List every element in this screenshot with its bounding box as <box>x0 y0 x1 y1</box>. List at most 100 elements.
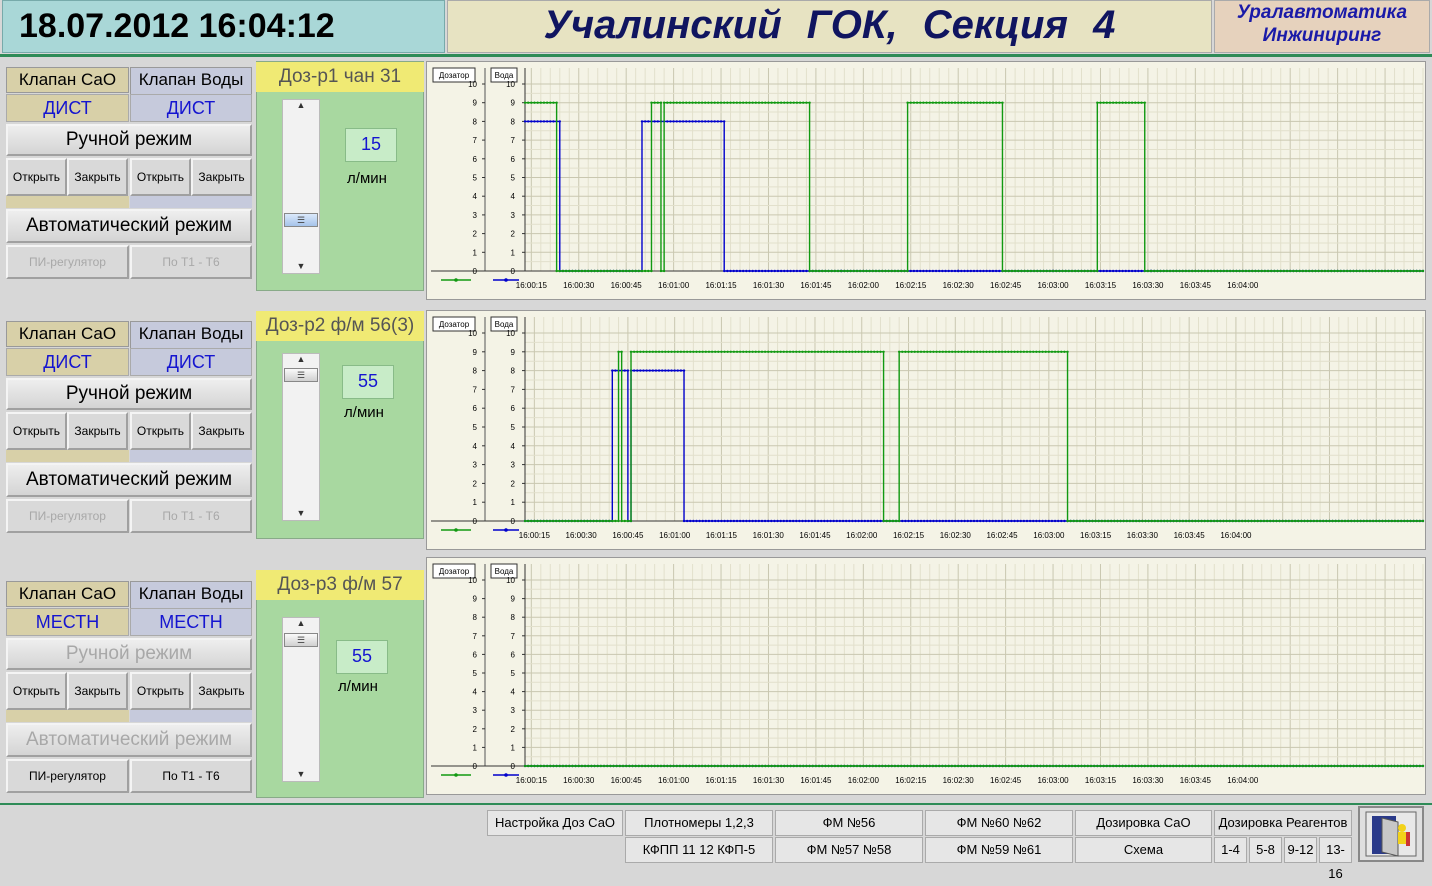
series-doser-point <box>901 519 904 523</box>
nav-fm60-62-button[interactable]: ФМ №60 №62 <box>925 810 1073 836</box>
series-water-point <box>1256 519 1259 523</box>
series-doser-point <box>966 519 969 523</box>
auto-mode-button[interactable]: Автоматический режим <box>6 209 252 243</box>
trend-chart[interactable]: Дозатор Вода 0 0 1 1 2 2 3 3 4 4 5 5 6 6 7 7 8 8 9 9 10 10 16:00… <box>426 61 1426 300</box>
series-water-point <box>1088 519 1091 523</box>
nav-page-13-16-button[interactable]: 13-16 <box>1319 837 1352 881</box>
pi-regulator-button[interactable]: ПИ-регулятор <box>6 759 129 793</box>
series-water-point <box>523 101 527 104</box>
series-doser-point <box>779 519 782 523</box>
slider-up-icon[interactable]: ▲ <box>283 100 319 110</box>
series-water-point <box>1035 350 1038 353</box>
doser-slider[interactable]: ▲ ☰ ▼ <box>282 99 320 274</box>
series-water-point <box>678 764 682 768</box>
close-cao-button[interactable]: Закрыть <box>67 412 128 450</box>
series-water-point <box>1138 519 1141 523</box>
series-water-point <box>1181 269 1184 273</box>
series-water-point <box>795 764 799 768</box>
by-t1-t6-button[interactable]: По Т1 - Т6 <box>130 245 252 279</box>
slider-thumb[interactable]: ☰ <box>284 633 318 647</box>
close-cao-button[interactable]: Закрыть <box>67 158 128 196</box>
series-water-point <box>757 764 761 768</box>
manual-mode-button[interactable]: Ручной режим <box>6 378 252 410</box>
doser-slider[interactable]: ▲ ☰ ▼ <box>282 353 320 521</box>
slider-down-icon[interactable]: ▼ <box>283 769 319 779</box>
series-water-point <box>1402 269 1406 273</box>
nav-densimeters-button[interactable]: Плотномеры 1,2,3 <box>625 810 773 836</box>
water-spacer <box>130 196 252 208</box>
x-tick-label: 16:00:45 <box>611 281 643 290</box>
x-tick-label: 16:01:00 <box>659 531 691 540</box>
series-doser-point <box>1099 269 1102 273</box>
series-water-point <box>1162 764 1165 768</box>
exit-button[interactable] <box>1358 806 1424 862</box>
series-doser-point <box>653 120 656 123</box>
nav-scheme-button[interactable]: Схема <box>1075 837 1212 863</box>
open-water-button[interactable]: Открыть <box>130 672 191 710</box>
trend-chart[interactable]: Дозатор Вода 0 0 1 1 2 2 3 3 4 4 5 5 6 6 7 7 8 8 9 9 10 10 16:00… <box>426 557 1426 795</box>
open-cao-button[interactable]: Открыть <box>6 412 67 450</box>
series-water-point <box>1219 269 1222 273</box>
slider-up-icon[interactable]: ▲ <box>283 354 319 364</box>
series-water-point <box>592 519 595 523</box>
series-water-point <box>879 350 882 353</box>
series-doser-point <box>751 519 754 523</box>
series-water-point <box>947 350 951 353</box>
nav-page-5-8-button[interactable]: 5-8 <box>1249 837 1282 863</box>
close-cao-button[interactable]: Закрыть <box>67 672 128 710</box>
series-water-point <box>1390 764 1393 768</box>
open-cao-button[interactable]: Открыть <box>6 158 67 196</box>
doser-slider[interactable]: ▲ ☰ ▼ <box>282 617 320 782</box>
slider-thumb[interactable]: ☰ <box>284 368 318 382</box>
trend-chart[interactable]: Дозатор Вода 0 0 1 1 2 2 3 3 4 4 5 5 6 6 7 7 8 8 9 9 10 10 16:00… <box>426 310 1426 550</box>
series-water-point <box>526 519 530 523</box>
series-doser-point <box>938 519 941 523</box>
series-water-point <box>1115 764 1118 768</box>
series-water-point <box>1297 519 1300 523</box>
close-water-button[interactable]: Закрыть <box>191 412 252 450</box>
nav-cao-dosing-button[interactable]: Дозировка СаО <box>1075 810 1212 836</box>
series-doser-point <box>523 120 527 123</box>
x-tick-label: 16:04:00 <box>1220 531 1252 540</box>
open-water-button[interactable]: Открыть <box>130 412 191 450</box>
slider-up-icon[interactable]: ▲ <box>283 618 319 628</box>
series-water-point <box>807 350 810 353</box>
nav-fm59-61-button[interactable]: ФМ №59 №61 <box>925 837 1073 863</box>
series-water-point <box>1070 269 1074 273</box>
close-water-button[interactable]: Закрыть <box>191 672 252 710</box>
series-doser-point <box>810 519 814 523</box>
slider-down-icon[interactable]: ▼ <box>283 261 319 271</box>
nav-fm57-58-button[interactable]: ФМ №57 №58 <box>775 837 923 863</box>
slider-thumb[interactable]: ☰ <box>284 213 318 227</box>
series-water-point <box>912 101 916 104</box>
nav-dozer-settings-button[interactable]: Настройка Доз СаО <box>487 810 623 836</box>
open-water-button[interactable]: Открыть <box>130 158 191 196</box>
valve-water-label: Клапан Воды <box>130 67 252 95</box>
pi-regulator-button[interactable]: ПИ-регулятор <box>6 499 129 533</box>
nav-page-9-12-button[interactable]: 9-12 <box>1284 837 1317 863</box>
nav-page-1-4-button[interactable]: 1-4 <box>1214 837 1247 863</box>
nav-fm56-button[interactable]: ФМ №56 <box>775 810 923 836</box>
series-water-point <box>1421 764 1425 768</box>
series-doser-point <box>666 120 669 123</box>
by-t1-t6-button[interactable]: По Т1 - Т6 <box>130 759 252 793</box>
series-doser-point <box>640 120 644 123</box>
manual-mode-button[interactable]: Ручной режим <box>6 638 252 670</box>
pi-regulator-button[interactable]: ПИ-регулятор <box>6 245 129 279</box>
series-doser-point <box>805 269 808 273</box>
series-water-point <box>726 764 729 768</box>
series-water-point <box>1086 269 1090 273</box>
slider-down-icon[interactable]: ▼ <box>283 508 319 518</box>
doser-title: Доз-р2 ф/м 56(3) <box>256 311 424 341</box>
nav-kfpp-button[interactable]: КФПП 11 12 КФП-5 <box>625 837 773 863</box>
series-water-point <box>1349 764 1352 768</box>
series-doser-point <box>1102 269 1105 273</box>
series-water-point <box>602 764 606 768</box>
series-water-point <box>1250 519 1253 523</box>
by-t1-t6-button[interactable]: По Т1 - Т6 <box>130 499 252 533</box>
manual-mode-button[interactable]: Ручной режим <box>6 124 252 156</box>
open-cao-button[interactable]: Открыть <box>6 672 67 710</box>
close-water-button[interactable]: Закрыть <box>191 158 252 196</box>
auto-mode-button[interactable]: Автоматический режим <box>6 463 252 497</box>
auto-mode-button[interactable]: Автоматический режим <box>6 723 252 757</box>
